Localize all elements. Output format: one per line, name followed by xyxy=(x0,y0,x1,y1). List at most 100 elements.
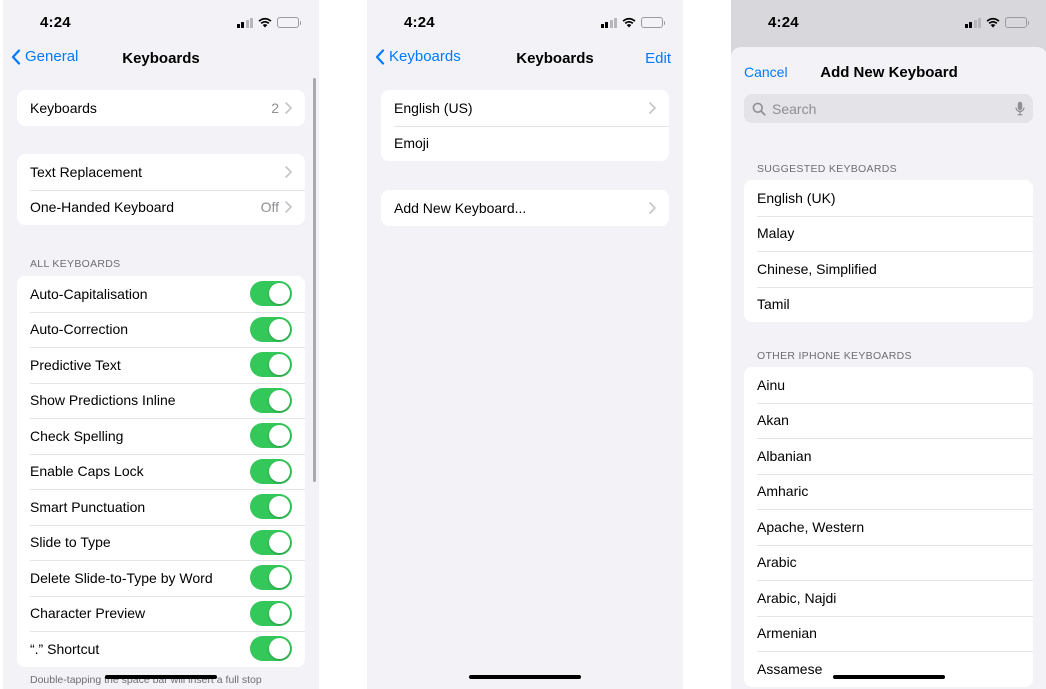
show-predictions-inline-toggle[interactable] xyxy=(250,387,292,413)
chevron-right-icon xyxy=(285,201,292,214)
cellular-signal-icon xyxy=(236,17,253,28)
toggle-row: Auto-Capitalisation xyxy=(17,276,305,312)
other-keyboards-header: OTHER IPHONE KEYBOARDS xyxy=(757,350,912,362)
toggle-label: Check Spelling xyxy=(30,427,124,444)
chevron-right-icon xyxy=(285,101,292,114)
status-bar: 4:24 xyxy=(3,0,319,44)
page-title: Keyboards xyxy=(122,50,200,67)
toggle-row: “.” Shortcut xyxy=(17,631,305,667)
toggle-label: Delete Slide-to-Type by Word xyxy=(30,569,213,586)
status-icons xyxy=(236,17,301,28)
home-indicator xyxy=(469,675,581,679)
add-keyboard-sheet: Cancel Add New Keyboard SUGGESTED KEYBOA… xyxy=(731,47,1046,689)
auto-capitalisation-toggle[interactable] xyxy=(250,281,292,307)
keyboards-row-label: Keyboards xyxy=(30,99,97,116)
one-handed-keyboard-value: Off xyxy=(260,199,279,216)
cellular-signal-icon xyxy=(600,17,617,28)
list-item[interactable]: Akan xyxy=(744,402,1033,439)
list-item[interactable]: Assamese xyxy=(744,651,1033,687)
other-keyboards-group: Ainu Akan Albanian Amharic Apache, Weste… xyxy=(744,367,1033,687)
all-keyboards-header: ALL KEYBOARDS xyxy=(30,258,121,270)
toggle-label: Auto-Capitalisation xyxy=(30,285,148,302)
chevron-right-icon xyxy=(649,201,656,214)
toggle-row: Enable Caps Lock xyxy=(17,453,305,490)
list-item[interactable]: English (UK) xyxy=(744,180,1033,216)
battery-icon xyxy=(1005,17,1029,28)
list-item[interactable]: Chinese, Simplified xyxy=(744,251,1033,287)
wifi-icon xyxy=(986,17,1000,28)
status-icons xyxy=(964,17,1029,28)
scrollbar[interactable] xyxy=(313,78,316,482)
auto-correction-toggle[interactable] xyxy=(250,316,292,342)
toggle-row: Slide to Type xyxy=(17,524,305,561)
one-handed-keyboard-row[interactable]: One-Handed Keyboard Off xyxy=(17,189,305,226)
list-item[interactable]: Albanian xyxy=(744,438,1033,474)
enable-caps-lock-toggle[interactable] xyxy=(250,458,292,484)
status-time: 4:24 xyxy=(768,14,799,31)
keyboards-row[interactable]: Keyboards 2 xyxy=(17,90,305,126)
battery-icon xyxy=(277,17,301,28)
home-indicator xyxy=(833,675,945,679)
list-item[interactable]: Ainu xyxy=(744,367,1033,403)
suggested-keyboards-header: SUGGESTED KEYBOARDS xyxy=(757,163,897,175)
text-options-group: Text Replacement One-Handed Keyboard Off xyxy=(17,154,305,225)
status-time: 4:24 xyxy=(40,14,71,31)
add-new-keyboard-label: Add New Keyboard... xyxy=(394,199,527,216)
home-indicator xyxy=(105,675,217,679)
nav-bar: Keyboards Keyboards Edit xyxy=(367,44,683,72)
toggle-label: Show Predictions Inline xyxy=(30,392,176,409)
toggle-label: Slide to Type xyxy=(30,534,111,551)
microphone-icon[interactable] xyxy=(1015,101,1025,116)
toggle-row: Smart Punctuation xyxy=(17,489,305,525)
check-spelling-toggle[interactable] xyxy=(250,423,292,449)
edit-button[interactable]: Edit xyxy=(645,50,671,67)
add-keyboard-group: Add New Keyboard... xyxy=(381,190,669,226)
smart-punctuation-toggle[interactable] xyxy=(250,494,292,520)
toggle-row: Auto-Correction xyxy=(17,311,305,348)
installed-keyboards-group: English (US) Emoji xyxy=(381,90,669,161)
toggle-label: Smart Punctuation xyxy=(30,498,146,515)
status-time: 4:24 xyxy=(404,14,435,31)
text-replacement-label: Text Replacement xyxy=(30,163,143,180)
search-input[interactable] xyxy=(772,100,1009,117)
period-shortcut-toggle[interactable] xyxy=(250,636,292,662)
toggle-label: Character Preview xyxy=(30,605,146,622)
toggle-row: Predictive Text xyxy=(17,347,305,383)
keyboard-label: English (US) xyxy=(394,99,473,116)
toggle-row: Character Preview xyxy=(17,595,305,632)
list-item[interactable]: Malay xyxy=(744,215,1033,252)
wifi-icon xyxy=(622,17,636,28)
chevron-left-icon xyxy=(375,48,385,65)
list-item[interactable]: Apache, Western xyxy=(744,509,1033,545)
suggested-keyboards-group: English (UK) Malay Chinese, Simplified T… xyxy=(744,180,1033,322)
keyboards-group: Keyboards 2 xyxy=(17,90,305,126)
keyboard-row-emoji[interactable]: Emoji xyxy=(381,125,669,162)
keyboard-row-english-us[interactable]: English (US) xyxy=(381,90,669,126)
all-keyboards-group: Auto-Capitalisation Auto-Correction Pred… xyxy=(17,276,305,667)
toggle-row: Delete Slide-to-Type by Word xyxy=(17,560,305,596)
search-bar xyxy=(744,94,1033,123)
character-preview-toggle[interactable] xyxy=(250,600,292,626)
predictive-text-toggle[interactable] xyxy=(250,352,292,378)
nav-bar: General Keyboards xyxy=(3,44,319,72)
toggle-row: Check Spelling xyxy=(17,418,305,454)
keyboards-settings-screen: 4:24 General Keyboards Keyboards 2 Text … xyxy=(3,0,319,689)
add-new-keyboard-button[interactable]: Add New Keyboard... xyxy=(381,190,669,226)
list-item[interactable]: Tamil xyxy=(744,286,1033,323)
chevron-right-icon xyxy=(285,165,292,178)
delete-slide-to-type-toggle[interactable] xyxy=(250,565,292,591)
toggle-label: Predictive Text xyxy=(30,356,121,373)
cancel-button[interactable]: Cancel xyxy=(744,64,788,80)
toggle-label: Auto-Correction xyxy=(30,321,129,338)
wifi-icon xyxy=(258,17,272,28)
list-item[interactable]: Arabic xyxy=(744,544,1033,581)
sheet-title: Add New Keyboard xyxy=(820,64,958,81)
text-replacement-row[interactable]: Text Replacement xyxy=(17,154,305,190)
list-item[interactable]: Armenian xyxy=(744,615,1033,652)
slide-to-type-toggle[interactable] xyxy=(250,529,292,555)
status-icons xyxy=(600,17,665,28)
keyboard-label: Emoji xyxy=(394,135,430,152)
cellular-signal-icon xyxy=(964,17,981,28)
list-item[interactable]: Amharic xyxy=(744,473,1033,510)
list-item[interactable]: Arabic, Najdi xyxy=(744,580,1033,616)
